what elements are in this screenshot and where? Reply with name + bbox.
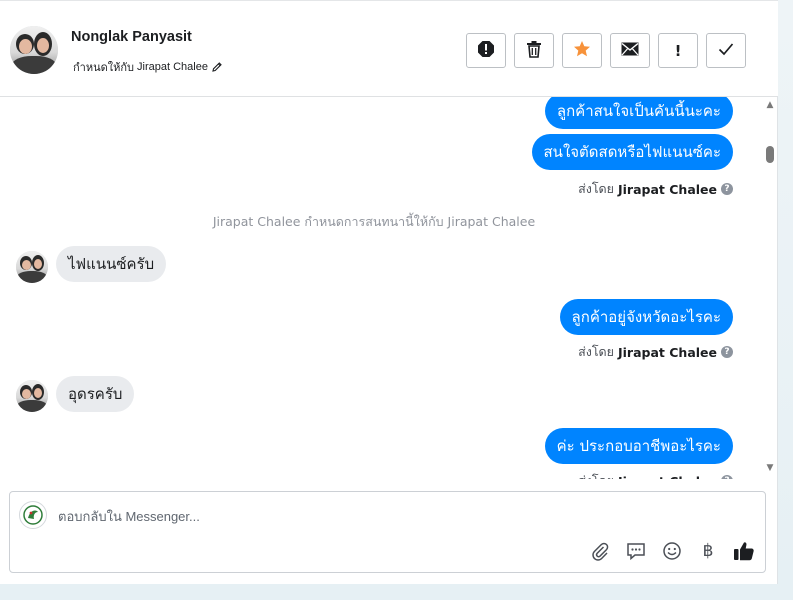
baht-glyph: ฿ — [702, 541, 714, 561]
sent-by-name: Jirapat Chalee — [618, 344, 717, 360]
assignment-info: กำหนดให้กับ Jirapat Chalee — [73, 58, 223, 76]
message-outgoing[interactable]: ค่ะ ประกอบอาชีพอะไรคะ — [544, 428, 733, 464]
sent-by-label: ส่งโดย Jirapat Chalee ? — [578, 179, 733, 199]
message-incoming[interactable]: อุดรครับ — [56, 376, 135, 412]
chat-bubble-icon[interactable] — [625, 540, 647, 562]
scrollbar-thumb[interactable] — [766, 146, 774, 163]
reply-input[interactable] — [58, 505, 738, 527]
baht-icon[interactable]: ฿ — [697, 540, 719, 562]
sent-by-label: ส่งโดย Jirapat Chalee ? — [578, 471, 733, 479]
page-logo-icon — [19, 501, 47, 529]
envelope-icon — [621, 42, 639, 60]
contact-name[interactable]: Nonglak Panyasit — [71, 29, 192, 45]
help-icon[interactable]: ? — [721, 475, 733, 479]
thumbs-up-icon[interactable] — [733, 540, 755, 562]
emoji-icon[interactable] — [661, 540, 683, 562]
scroll-up-arrow-icon[interactable]: ▲ — [765, 100, 775, 110]
sent-by-name: Jirapat Chalee — [618, 474, 717, 480]
scroll-down-arrow-icon[interactable]: ▼ — [765, 463, 775, 473]
message-list[interactable]: ลูกค้าสนใจเป็นคันนี้นะคะ สนใจตัดสดหรือไฟ… — [0, 97, 762, 479]
composer-tools: ฿ — [589, 540, 755, 562]
help-icon[interactable]: ? — [721, 183, 733, 195]
exclamation-icon: ! — [674, 41, 682, 60]
message-outgoing[interactable]: ลูกค้าสนใจเป็นคันนี้นะคะ — [544, 97, 733, 129]
pencil-icon[interactable] — [211, 61, 223, 73]
star-icon — [573, 40, 591, 62]
system-note: Jirapat Chalee กำหนดการสนทนานี้ให้กับ Ji… — [212, 214, 536, 229]
follow-up-button[interactable]: ! — [658, 33, 698, 68]
alert-circle-icon — [477, 40, 495, 62]
conversation-header: Nonglak Panyasit กำหนดให้กับ Jirapat Cha… — [0, 1, 778, 97]
message-outgoing[interactable]: สนใจตัดสดหรือไฟแนนซ์คะ — [531, 134, 733, 170]
sent-by-name: Jirapat Chalee — [618, 181, 717, 197]
sent-by-prefix: ส่งโดย — [578, 344, 614, 359]
paperclip-icon[interactable] — [589, 540, 611, 562]
assignee-name[interactable]: Jirapat Chalee — [137, 61, 208, 73]
message-scrollbar[interactable]: ▲ ▼ — [764, 97, 776, 479]
contact-avatar-small[interactable] — [16, 380, 48, 412]
contact-avatar-small[interactable] — [16, 251, 48, 283]
help-icon[interactable]: ? — [721, 346, 733, 358]
sent-by-prefix: ส่งโดย — [578, 471, 614, 479]
check-icon — [718, 42, 734, 60]
assign-prefix: กำหนดให้กับ — [73, 62, 135, 74]
mark-unread-button[interactable] — [610, 33, 650, 68]
spam-button[interactable] — [466, 33, 506, 68]
message-outgoing[interactable]: ลูกค้าอยู่จังหวัดอะไรคะ — [559, 299, 733, 335]
mark-done-button[interactable] — [706, 33, 746, 68]
star-button[interactable] — [562, 33, 602, 68]
sent-by-label: ส่งโดย Jirapat Chalee ? — [578, 342, 733, 362]
contact-avatar[interactable] — [10, 26, 58, 74]
header-actions: ! — [466, 33, 746, 68]
conversation-panel: Nonglak Panyasit กำหนดให้กับ Jirapat Cha… — [0, 0, 778, 584]
sent-by-prefix: ส่งโดย — [578, 181, 614, 196]
reply-composer: ฿ — [9, 491, 766, 573]
trash-icon — [526, 40, 542, 62]
delete-button[interactable] — [514, 33, 554, 68]
message-incoming[interactable]: ไฟแนนซ์ครับ — [56, 246, 167, 282]
